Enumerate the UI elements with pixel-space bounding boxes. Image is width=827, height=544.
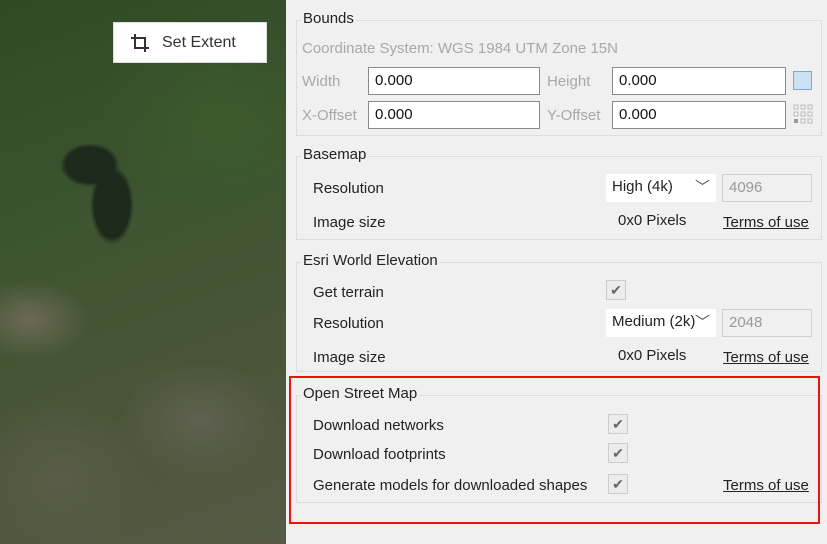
coordinate-system: Coordinate System: WGS 1984 UTM Zone 15N xyxy=(302,40,618,57)
elevation-resolution-select[interactable]: Medium (2k) ﹀ xyxy=(606,309,716,337)
chevron-down-icon: ﹀ xyxy=(694,179,710,196)
anchor-grid-icon[interactable] xyxy=(793,104,813,124)
color-swatch[interactable] xyxy=(793,71,812,90)
download-footprints-label: Download footprints xyxy=(313,446,446,463)
width-input[interactable]: 0.000 xyxy=(368,67,540,95)
chevron-down-icon: ﹀ xyxy=(694,311,710,332)
basemap-resolution-label: Resolution xyxy=(313,180,384,197)
osm-terms-link[interactable]: Terms of use xyxy=(723,477,809,494)
crop-icon xyxy=(131,33,149,52)
height-label: Height xyxy=(547,73,591,90)
basemap-pixels: 4096 xyxy=(722,174,812,202)
download-footprints-checkbox[interactable]: ✔ xyxy=(608,443,628,463)
basemap-image-size-value: 0x0 Pixels xyxy=(618,212,687,229)
elevation-resolution-value: Medium (2k) xyxy=(612,313,696,330)
satellite-map[interactable]: Set Extent xyxy=(0,0,286,544)
elevation-pixels: 2048 xyxy=(722,309,812,337)
basemap-resolution-select[interactable]: High (4k) ﹀ xyxy=(606,174,716,202)
basemap-image-size-label: Image size xyxy=(313,214,386,231)
osm-group: Open Street Map Download networks ✔ Down… xyxy=(296,385,822,503)
elevation-image-size-value: 0x0 Pixels xyxy=(618,347,687,364)
elevation-resolution-label: Resolution xyxy=(313,315,384,332)
basemap-group: Basemap Resolution High (4k) ﹀ 4096 Image… xyxy=(296,146,822,240)
basemap-resolution-value: High (4k) xyxy=(612,178,673,195)
basemap-title: Basemap xyxy=(301,146,369,163)
xoffset-input[interactable]: 0.000 xyxy=(368,101,540,129)
download-networks-label: Download networks xyxy=(313,417,444,434)
bounds-title: Bounds xyxy=(301,10,356,27)
height-input[interactable]: 0.000 xyxy=(612,67,786,95)
generate-models-label: Generate models for downloaded shapes xyxy=(313,477,588,494)
get-terrain-checkbox[interactable]: ✔ xyxy=(606,280,626,300)
set-extent-button[interactable]: Set Extent xyxy=(113,22,267,63)
elevation-group: Esri World Elevation Get terrain ✔ Resol… xyxy=(296,252,822,372)
settings-panel: Bounds Coordinate System: WGS 1984 UTM Z… xyxy=(286,0,827,544)
elevation-title: Esri World Elevation xyxy=(301,252,440,269)
yoffset-label: Y-Offset xyxy=(547,107,601,124)
set-extent-label: Set Extent xyxy=(162,33,236,51)
yoffset-input[interactable]: 0.000 xyxy=(612,101,786,129)
get-terrain-label: Get terrain xyxy=(313,284,384,301)
xoffset-label: X-Offset xyxy=(302,107,357,124)
basemap-terms-link[interactable]: Terms of use xyxy=(723,214,809,231)
elevation-terms-link[interactable]: Terms of use xyxy=(723,349,809,366)
download-networks-checkbox[interactable]: ✔ xyxy=(608,414,628,434)
elevation-image-size-label: Image size xyxy=(313,349,386,366)
bounds-group: Bounds Coordinate System: WGS 1984 UTM Z… xyxy=(296,10,822,136)
generate-models-checkbox[interactable]: ✔ xyxy=(608,474,628,494)
width-label: Width xyxy=(302,73,341,90)
osm-title: Open Street Map xyxy=(301,385,420,402)
